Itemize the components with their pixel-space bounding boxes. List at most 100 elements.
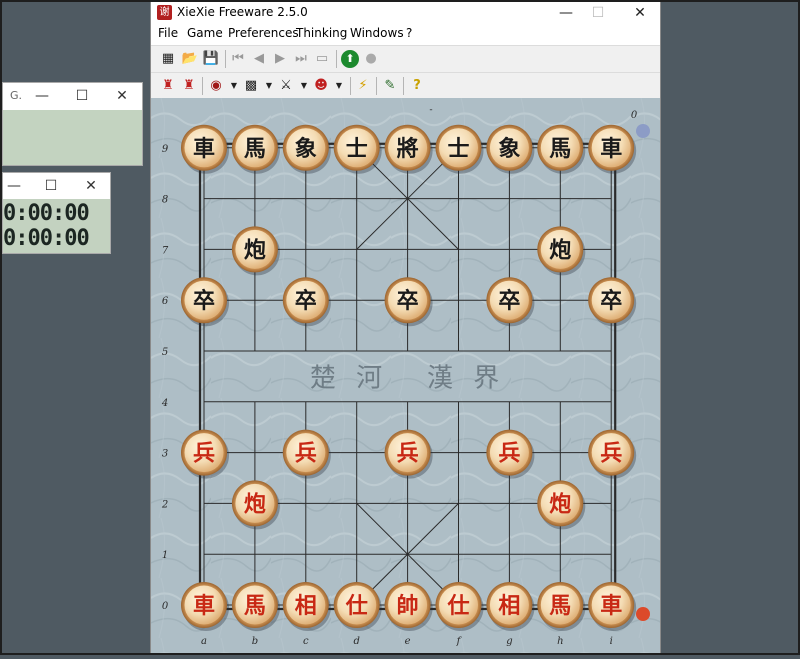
- piece-label: 兵: [498, 441, 520, 467]
- minimize-icon[interactable]: —: [29, 86, 55, 106]
- next-move-icon[interactable]: ▶: [271, 50, 289, 68]
- minimize-button[interactable]: —: [551, 2, 581, 24]
- clock-window: — ☐ ✕ 0:00:00 0:00:00: [2, 172, 111, 254]
- piece-label: 卒: [295, 288, 317, 314]
- title-bar: 谢 XieXie Freeware 2.5.0 — ☐ ✕: [151, 0, 660, 25]
- rank-label: 3: [162, 449, 168, 460]
- close-icon[interactable]: ✕: [109, 86, 135, 106]
- grid-icon[interactable]: ▦: [159, 50, 177, 68]
- piece-label: 士: [346, 136, 368, 162]
- rank-label: 1: [162, 550, 168, 561]
- piece-label: 象: [498, 136, 520, 162]
- first-move-icon[interactable]: ⏮: [229, 50, 247, 68]
- file-label: a: [201, 636, 207, 647]
- river-label-left: 楚 河: [310, 363, 388, 393]
- toolbar-separator: [350, 77, 351, 95]
- menu-windows[interactable]: Windows: [350, 26, 404, 40]
- board-background: [151, 98, 660, 655]
- file-label: e: [405, 636, 411, 647]
- piece-label: 卒: [498, 288, 520, 314]
- menu-help[interactable]: ?: [406, 26, 412, 40]
- file-label: i: [610, 636, 613, 647]
- piece-label: 卒: [397, 288, 419, 314]
- piece-label: 馬: [244, 136, 266, 162]
- piece-label: 兵: [295, 441, 317, 467]
- tongue-icon[interactable]: ☻: [312, 77, 330, 95]
- dropdown-arrow-icon[interactable]: ▼: [330, 77, 348, 95]
- maximize-icon[interactable]: ☐: [69, 86, 95, 106]
- piece-label: 仕: [345, 593, 368, 619]
- rank-label: 5: [162, 347, 168, 358]
- rank-label: 9: [162, 144, 169, 155]
- background-window-1: G. — ☐ ✕: [2, 82, 143, 166]
- close-button[interactable]: ✕: [625, 2, 655, 24]
- clock-bottom: 0:00:00: [3, 226, 90, 251]
- edit-board-icon[interactable]: ✎: [381, 77, 399, 95]
- rank-label: 6: [162, 296, 169, 307]
- monitor-icon[interactable]: ▭: [313, 50, 331, 68]
- stop-engine-icon[interactable]: ●: [362, 50, 380, 68]
- toolbar-separator: [202, 77, 203, 95]
- dropdown-arrow-icon[interactable]: ▼: [295, 77, 313, 95]
- piece-label: 炮: [244, 491, 266, 517]
- toolbar-separator: [403, 77, 404, 95]
- app-icon[interactable]: 谢: [157, 5, 172, 20]
- new-game-red-icon[interactable]: ♜: [159, 77, 177, 95]
- toolbar-2: ♜ ♜ ◉ ▼ ▩ ▼ ⚔ ▼ ☻ ▼ ⚡ ✎ ?: [151, 72, 660, 99]
- rank-label: 2: [161, 499, 168, 510]
- piece-label: 炮: [549, 491, 571, 517]
- menu-file[interactable]: File: [158, 26, 178, 40]
- piece-label: 將: [397, 136, 419, 162]
- piece-label: 兵: [397, 441, 419, 467]
- xiangqi-board[interactable]: 楚 河漢 界0123456789a b c d e f g h i0-車馬象士將士象馬車炮 炮卒卒…: [151, 98, 660, 655]
- piece-label: 兵: [600, 441, 622, 467]
- last-move-icon[interactable]: ⏭: [292, 50, 310, 68]
- save-icon[interactable]: 💾: [202, 50, 220, 68]
- maximize-button[interactable]: ☐: [583, 2, 613, 24]
- rank-label: 7: [162, 245, 169, 256]
- dropdown-arrow-icon[interactable]: ▼: [260, 77, 278, 95]
- figure-icon[interactable]: ⚔: [277, 77, 295, 95]
- menu-game[interactable]: Game: [187, 26, 223, 40]
- lightning-icon[interactable]: ⚡: [354, 77, 372, 95]
- file-label: g: [506, 636, 512, 647]
- piece-label: 卒: [600, 288, 622, 314]
- red-side-indicator: [636, 607, 650, 621]
- board-area: 楚 河漢 界0123456789abcdefghi0-車馬象士將士象馬車炮炮卒卒…: [151, 98, 660, 655]
- dropdown-arrow-icon[interactable]: ▼: [225, 77, 243, 95]
- rank-label: 0: [162, 601, 169, 612]
- clock-window-body: 0:00:00 0:00:00: [3, 199, 110, 253]
- move-counter: 0: [631, 110, 638, 121]
- piece-label: 相: [498, 593, 520, 619]
- clock-top: 0:00:00: [3, 201, 90, 226]
- open-icon[interactable]: 📂: [181, 50, 199, 68]
- piece-label: 仕: [446, 593, 469, 619]
- piece-label: 車: [600, 593, 622, 619]
- piece-label: 卒: [193, 288, 215, 314]
- piece-label: 相: [295, 593, 317, 619]
- piece-label: 象: [295, 136, 317, 162]
- menu-thinking[interactable]: Thinking: [296, 26, 347, 40]
- piece-label: 帥: [397, 593, 419, 619]
- new-game-black-icon[interactable]: ♜: [180, 77, 198, 95]
- rank-label: 8: [162, 195, 168, 206]
- maximize-icon[interactable]: ☐: [38, 176, 64, 196]
- previous-move-icon[interactable]: ◀: [250, 50, 268, 68]
- piece-style-icon[interactable]: ◉: [207, 77, 225, 95]
- board-style-icon[interactable]: ▩: [242, 77, 260, 95]
- main-window: 谢 XieXie Freeware 2.5.0 — ☐ ✕ File Game …: [150, 0, 661, 655]
- hint-icon[interactable]: ?: [408, 77, 426, 95]
- close-icon[interactable]: ✕: [78, 176, 104, 196]
- start-engine-icon[interactable]: ⬆: [341, 50, 359, 68]
- rank-label: 4: [161, 398, 168, 409]
- minimize-icon[interactable]: —: [1, 176, 27, 196]
- menu-bar: File Game Preferences Thinking Windows ?: [151, 25, 660, 44]
- piece-label: 馬: [549, 136, 571, 162]
- file-label: b: [252, 636, 258, 647]
- clock-window-titlebar: — ☐ ✕: [3, 173, 110, 199]
- file-label: d: [353, 636, 359, 647]
- menu-preferences[interactable]: Preferences: [228, 26, 299, 40]
- file-label: c: [303, 636, 309, 647]
- top-mark: -: [429, 105, 432, 115]
- background-window-1-body: [3, 110, 142, 165]
